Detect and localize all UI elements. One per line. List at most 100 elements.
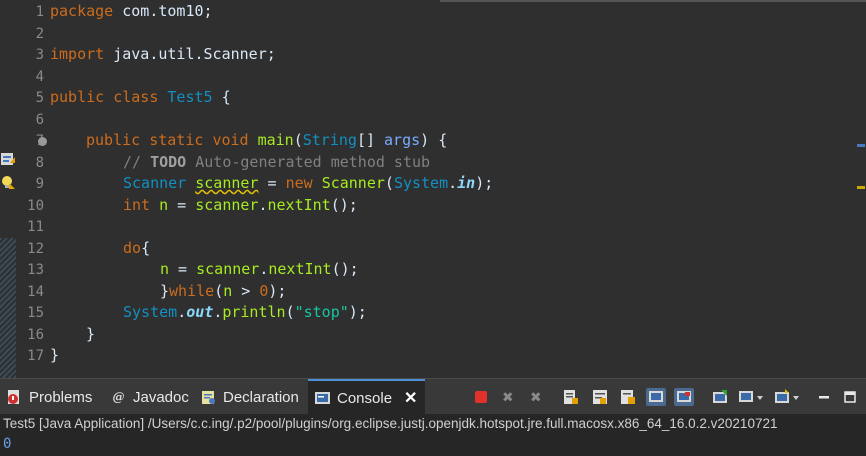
method-call: nextInt xyxy=(268,260,332,278)
show-console-on-output-icon[interactable] xyxy=(618,388,638,406)
keyword: new xyxy=(285,174,313,192)
line-number: 5 xyxy=(35,90,44,106)
warning-lightbulb-icon[interactable] xyxy=(0,174,16,190)
line-number: 4 xyxy=(35,68,44,85)
code-editor[interactable]: 1 2 3 4 5 6 7 8 9 10 11 12 13 14 15 16 1… xyxy=(0,0,866,378)
display-selected-console-icon[interactable] xyxy=(710,388,730,406)
type-name: String xyxy=(302,131,357,149)
javadoc-icon: @ xyxy=(112,390,125,404)
code-text: com.tom10; xyxy=(113,2,213,20)
parameter: args xyxy=(384,131,421,149)
quick-fix-icon[interactable] xyxy=(0,151,16,167)
code-line-9: Scanner scanner = new Scanner(System.in)… xyxy=(123,173,493,195)
line-number: 17 xyxy=(27,348,44,364)
code-line-12: do{ xyxy=(123,238,150,260)
code-text: ( xyxy=(285,303,295,321)
code-text: . xyxy=(258,195,268,214)
close-tab-icon[interactable]: ✕ xyxy=(404,388,417,408)
warning-marker[interactable] xyxy=(857,186,865,189)
code-text: (); xyxy=(330,195,358,214)
code-line-16: } xyxy=(86,324,95,346)
word-wrap-icon[interactable] xyxy=(590,388,610,406)
keyword: public xyxy=(50,88,105,106)
line-number: 2 xyxy=(35,25,44,42)
keyword: public xyxy=(86,131,141,149)
tab-label: Console xyxy=(337,389,393,407)
code-text: = xyxy=(168,195,196,214)
code-text: . xyxy=(177,303,187,321)
code-text: . xyxy=(448,174,458,192)
code-line-14: }while(n > 0); xyxy=(160,281,286,303)
static-field: in xyxy=(457,174,476,192)
variable-warning: scanner xyxy=(195,174,259,192)
todo-tag: TODO xyxy=(150,152,187,171)
maximize-icon[interactable] xyxy=(840,388,860,406)
code-area[interactable]: package com.tom10; import java.util.Scan… xyxy=(50,0,866,378)
line-number: 15 xyxy=(27,305,44,321)
task-marker[interactable] xyxy=(857,144,865,147)
show-console-on-error-icon[interactable] xyxy=(646,388,666,406)
variable: scanner xyxy=(196,260,260,278)
type-name: System xyxy=(393,174,449,192)
code-text: ( xyxy=(214,281,224,300)
open-console-icon[interactable] xyxy=(738,388,764,406)
minimize-icon[interactable] xyxy=(814,388,834,406)
fold-toggle-icon[interactable] xyxy=(38,137,47,146)
code-line-10: int n = scanner.nextInt(); xyxy=(123,195,358,217)
keyword: do xyxy=(123,238,142,257)
scroll-lock-icon[interactable] xyxy=(561,388,581,406)
code-text: java.util.Scanner; xyxy=(104,45,276,63)
changed-lines-ruler xyxy=(0,238,16,378)
code-text: = xyxy=(258,174,286,192)
code-text: } xyxy=(160,281,170,300)
remove-all-launches-icon[interactable]: ✖ xyxy=(526,387,546,408)
new-console-icon[interactable] xyxy=(774,388,800,406)
code-text: > xyxy=(232,281,260,300)
keyword: void xyxy=(212,131,249,149)
line-number: 13 xyxy=(27,262,44,278)
pin-console-icon[interactable] xyxy=(674,388,694,406)
code-text: ) { xyxy=(420,131,448,149)
tab-javadoc[interactable]: @ Javadoc xyxy=(110,379,189,415)
method-call: println xyxy=(222,303,286,321)
tab-label: Problems xyxy=(29,388,93,406)
tab-declaration[interactable]: Declaration xyxy=(200,379,299,415)
tab-label: Declaration xyxy=(223,388,299,406)
comment: Auto-generated method stub xyxy=(186,152,431,171)
problems-icon xyxy=(6,389,23,406)
line-number: 8 xyxy=(35,154,44,171)
console-process-label: Test5 [Java Application] /Users/c.c.ing/… xyxy=(0,414,866,434)
class-name: Test5 xyxy=(167,88,213,106)
constructor: Scanner xyxy=(321,174,385,192)
line-number: 14 xyxy=(27,283,44,300)
tab-problems[interactable]: Problems xyxy=(6,379,92,415)
keyword: import xyxy=(50,45,105,63)
code-line-15: System.out.println("stop"); xyxy=(123,302,367,324)
method-call: nextInt xyxy=(267,195,331,214)
tab-label: Javadoc xyxy=(133,388,189,406)
terminate-icon[interactable] xyxy=(471,388,491,406)
code-text: ); xyxy=(475,174,494,192)
line-number: 10 xyxy=(27,197,44,214)
code-line-13: n = scanner.nextInt(); xyxy=(160,259,359,281)
console-output[interactable]: 0 xyxy=(0,434,866,456)
code-text: } xyxy=(50,346,60,364)
line-number: 9 xyxy=(35,176,44,192)
variable: scanner xyxy=(195,195,259,214)
keyword: while xyxy=(169,281,215,300)
code-text: ); xyxy=(348,303,367,321)
code-line-7: public static void main(String[] args) { xyxy=(86,130,447,152)
keyword: package xyxy=(50,2,114,20)
variable: n xyxy=(223,281,233,300)
line-number: 12 xyxy=(27,240,44,257)
code-text: = xyxy=(169,260,197,278)
code-text: ); xyxy=(268,281,287,300)
tab-console[interactable]: Console ✕ xyxy=(308,379,426,415)
code-line-5: public class Test5 { xyxy=(50,87,231,109)
code-line-3: import java.util.Scanner; xyxy=(50,44,276,66)
line-number: 16 xyxy=(27,326,44,343)
keyword: class xyxy=(113,88,159,106)
overview-ruler[interactable] xyxy=(854,0,866,378)
remove-launch-icon[interactable]: ✖ xyxy=(498,387,518,408)
line-number-gutter: 1 2 3 4 5 6 7 8 9 10 11 12 13 14 15 16 1… xyxy=(16,0,44,378)
